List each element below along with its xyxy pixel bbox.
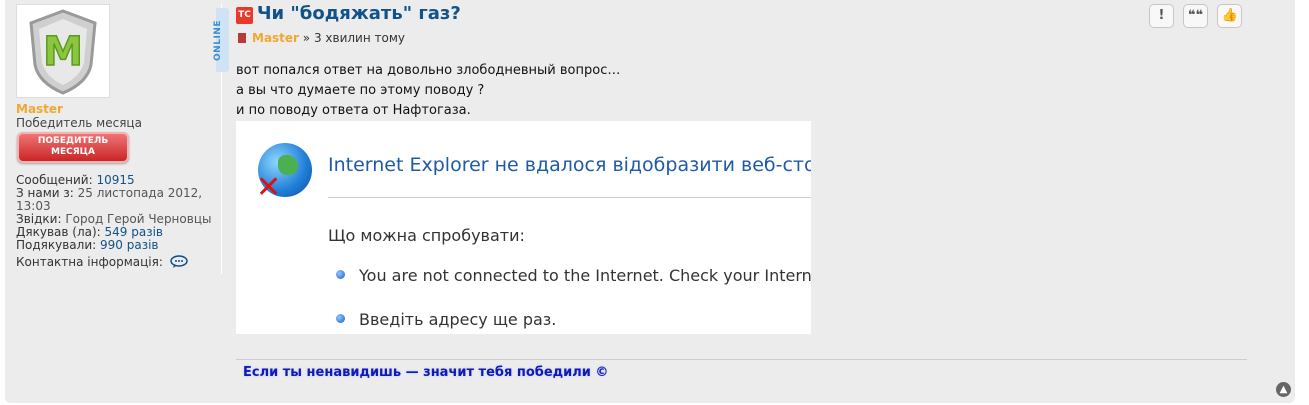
post-container: M Master Победитель месяца ПОБЕДИТЕЛЬ МЕ…	[5, 0, 1295, 403]
meta-separator: »	[298, 31, 314, 45]
rank-badge: ПОБЕДИТЕЛЬ МЕСЯЦА	[17, 132, 129, 163]
bullet-icon	[336, 270, 345, 279]
bullet-icon	[336, 314, 345, 323]
signature: Если ты ненавидишь — значит тебя победил…	[243, 365, 609, 380]
contact-label: Контактна інформація:	[16, 255, 163, 269]
user-rank: Победитель месяца	[16, 116, 142, 130]
post-time: 3 хвилин тому	[313, 31, 406, 45]
post-buttons: ! ❝❝ 👍	[1149, 4, 1246, 28]
ie-error-title: Internet Explorer не вдалося відобразити…	[328, 154, 811, 176]
was-thanked-link[interactable]: 990 разів	[100, 238, 158, 252]
post-file-icon	[238, 33, 246, 43]
ie-item-2: Введіть адресу ще раз.	[328, 310, 556, 329]
location-value: Город Герой Черновцы	[65, 212, 212, 226]
quote-button[interactable]: ❝❝	[1183, 4, 1209, 28]
ie-item-1: You are not connected to the Internet. C…	[328, 266, 811, 285]
contact-stat: Контактна інформація:	[16, 255, 216, 269]
user-stats: Сообщений: 10915 З нами з: 25 листопада …	[16, 174, 216, 269]
post-author-link[interactable]: Master	[252, 31, 299, 45]
thumbs-up-icon: 👍	[1221, 8, 1238, 23]
rank-badge-line1: ПОБЕДИТЕЛЬ	[37, 136, 109, 146]
post-title: ТС Чи "бодяжать" газ?	[236, 3, 461, 24]
post-line-3: и по поводу ответа от Нафтогаза.	[236, 103, 471, 118]
topic-starter-badge: ТС	[236, 7, 253, 24]
post-title-link[interactable]: Чи "бодяжать" газ?	[257, 3, 461, 24]
location-label: Звідки:	[16, 212, 62, 226]
post-meta: Master » 3 хвилин тому	[238, 31, 405, 45]
thanked-link[interactable]: 549 разів	[105, 225, 163, 239]
was-thanked-stat: Подякували: 990 разів	[16, 239, 216, 252]
online-label: ONLINE	[212, 20, 223, 61]
posts-label: Сообщений:	[16, 173, 93, 187]
username[interactable]: Master	[16, 103, 63, 116]
chevron-up-icon: ▲	[1279, 384, 1288, 395]
avatar-letter: M	[43, 29, 83, 75]
posts-count-link[interactable]: 10915	[96, 173, 134, 187]
online-indicator: ONLINE	[213, 8, 229, 72]
quote-icon: ❝❝	[1187, 8, 1204, 23]
joined-label: З нами з:	[16, 186, 74, 200]
like-button[interactable]: 👍	[1217, 4, 1243, 28]
signature-divider	[236, 359, 1247, 360]
ie-divider	[328, 197, 811, 198]
ie-item-1-text: You are not connected to the Internet. C…	[359, 266, 811, 285]
post-line-2: а вы что думаете по этому поводу ?	[236, 83, 485, 98]
ie-item-2-text: Введіть адресу ще раз.	[359, 310, 557, 329]
thanked-label: Дякував (ла):	[16, 225, 101, 239]
globe-error-icon: ✕	[256, 143, 312, 203]
back-to-top-button[interactable]: ▲	[1276, 382, 1291, 397]
post-line-1: вот попался ответ на довольно злободневн…	[236, 63, 621, 78]
rank-badge-line2: МЕСЯЦА	[51, 147, 95, 157]
user-profile: M Master Победитель месяца ПОБЕДИТЕЛЬ МЕ…	[16, 4, 229, 274]
embedded-screenshot[interactable]: ✕ Internet Explorer не вдалося відобрази…	[236, 121, 811, 334]
chat-bubble-icon[interactable]	[169, 255, 188, 269]
ie-try-heading: Що можна спробувати:	[328, 226, 525, 245]
joined-date: 25 листопада 2012,	[77, 186, 203, 200]
report-button[interactable]: !	[1149, 4, 1174, 28]
avatar[interactable]: M	[16, 4, 110, 98]
shield-avatar-icon: M	[29, 9, 97, 95]
was-thanked-label: Подякували:	[16, 238, 97, 252]
post-body: вот попался ответ на довольно злободневн…	[236, 61, 620, 121]
